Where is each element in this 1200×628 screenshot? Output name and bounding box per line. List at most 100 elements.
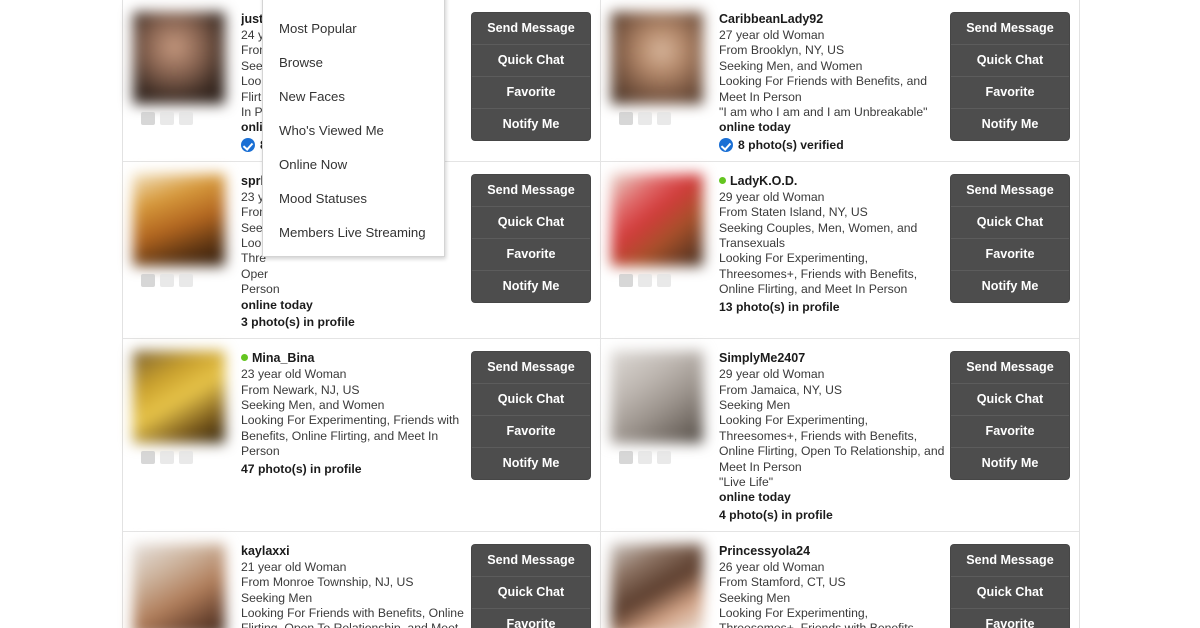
menu-item-mood-statuses[interactable]: Mood Statuses <box>263 182 444 216</box>
notify-me-button[interactable]: Notify Me <box>472 108 590 140</box>
menu-item-browse[interactable]: Browse <box>263 46 444 80</box>
profile-photo[interactable] <box>132 11 226 105</box>
menu-item-online-now[interactable]: Online Now <box>263 148 444 182</box>
profile-looking-for: Benefits, Online Flirting, and Meet In <box>241 428 439 443</box>
quick-chat-button[interactable]: Quick Chat <box>472 205 590 238</box>
gift-icon <box>657 273 671 287</box>
quick-chat-button[interactable]: Quick Chat <box>472 383 590 416</box>
quick-chat-button[interactable]: Quick Chat <box>951 205 1069 238</box>
username-label: LadyK.O.D. <box>730 173 798 188</box>
profile-age: 29 year old Woman <box>719 367 825 382</box>
menu-item-sms-users[interactable]: SMS Users <box>263 0 444 12</box>
photo-count-icon <box>619 273 633 287</box>
profile-card[interactable]: LadyK.O.D. 29 year old Woman From Staten… <box>601 161 1079 339</box>
profile-thumbnail-wrap[interactable] <box>609 8 713 153</box>
profile-photo[interactable] <box>610 543 704 628</box>
quick-chat-button[interactable]: Quick Chat <box>472 44 590 76</box>
photo-count-icon <box>619 112 633 125</box>
menu-item-most-popular[interactable]: Most Popular <box>263 12 444 46</box>
photo-count-icon <box>141 273 155 287</box>
browse-dropdown-menu[interactable]: SMS Users Most Popular Browse New Faces … <box>262 0 445 257</box>
profile-thumbnail-wrap[interactable] <box>609 540 713 628</box>
profile-status: online today <box>719 120 791 135</box>
profile-quote: "Live Life" <box>719 474 774 489</box>
profile-looking-for: Threesomes+, Friends with Benefits, <box>719 428 918 443</box>
favorite-button[interactable]: Favorite <box>951 237 1069 270</box>
profile-location: From Newark, NJ, US <box>241 382 360 397</box>
profile-looking-for: Flirting, Open To Relationship, and Meet <box>241 621 466 628</box>
thumbnail-icon-row <box>141 273 235 287</box>
profile-photo[interactable] <box>610 11 704 105</box>
profile-looking-for: Looking For Friends with Benefits, and <box>719 74 927 89</box>
profile-thumbnail-wrap[interactable] <box>131 347 235 523</box>
favorite-button[interactable]: Favorite <box>472 237 590 270</box>
notify-me-button[interactable]: Notify Me <box>951 269 1069 302</box>
profile-looking-for: Online Flirting, Open To Relationship, a… <box>719 444 945 459</box>
profile-thumbnail-wrap[interactable] <box>609 347 713 523</box>
profile-thumbnail-wrap[interactable] <box>131 540 235 628</box>
menu-item-new-faces[interactable]: New Faces <box>263 80 444 114</box>
profile-quote: "I am who I am and I am Unbreakable" <box>719 105 928 120</box>
favorite-button[interactable]: Favorite <box>951 415 1069 448</box>
send-message-button[interactable]: Send Message <box>472 174 590 206</box>
profile-photo[interactable] <box>132 173 226 266</box>
notify-me-button[interactable]: Notify Me <box>951 108 1069 140</box>
profile-action-buttons: Send Message Quick Chat Favorite Notify … <box>951 352 1069 480</box>
profile-card[interactable]: Mina_Bina 23 year old Woman From Newark,… <box>123 339 601 531</box>
profile-photo[interactable] <box>132 351 226 444</box>
favorite-button[interactable]: Favorite <box>951 607 1069 628</box>
quick-chat-button[interactable]: Quick Chat <box>951 383 1069 416</box>
profile-card[interactable]: SimplyMe2407 29 year old Woman From Jama… <box>601 339 1079 531</box>
profile-photo[interactable] <box>610 351 704 444</box>
favorite-button[interactable]: Favorite <box>472 76 590 108</box>
favorite-button[interactable]: Favorite <box>472 607 590 628</box>
profile-username[interactable]: CaribbeanLady92 <box>719 11 945 27</box>
profile-location: From Monroe Township, NJ, US <box>241 575 414 590</box>
notify-me-button[interactable]: Notify Me <box>472 447 590 480</box>
notify-me-button[interactable]: Notify Me <box>951 447 1069 480</box>
send-message-button[interactable]: Send Message <box>472 352 590 384</box>
profile-username[interactable]: Princessyola24 <box>719 543 945 559</box>
send-message-button[interactable]: Send Message <box>951 544 1069 576</box>
send-message-button[interactable]: Send Message <box>472 544 590 576</box>
profile-thumbnail-wrap[interactable] <box>131 170 235 330</box>
profile-age: 23 year old Woman <box>241 367 347 382</box>
profile-card[interactable]: Princessyola24 26 year old Woman From St… <box>601 531 1079 628</box>
profile-location: From Stamford, CT, US <box>719 575 846 590</box>
send-message-button[interactable]: Send Message <box>951 174 1069 206</box>
quick-chat-button[interactable]: Quick Chat <box>951 575 1069 608</box>
favorite-button[interactable]: Favorite <box>472 415 590 448</box>
profile-action-buttons: Send Message Quick Chat Favorite Notify … <box>951 174 1069 302</box>
photo-count-label: 8 photo(s) verified <box>738 137 844 152</box>
video-icon <box>160 273 174 287</box>
send-message-button[interactable]: Send Message <box>472 13 590 44</box>
menu-item-members-live-streaming[interactable]: Members Live Streaming <box>263 216 444 250</box>
quick-chat-button[interactable]: Quick Chat <box>951 44 1069 76</box>
profile-status: online today <box>241 297 313 312</box>
profile-thumbnail-wrap[interactable] <box>609 170 713 330</box>
profile-photo-count: 4 photo(s) in profile <box>719 507 945 523</box>
profile-photo-count: 47 photo(s) in profile <box>241 461 466 477</box>
send-message-button[interactable]: Send Message <box>951 13 1069 44</box>
profile-card[interactable]: kaylaxxi 21 year old Woman From Monroe T… <box>123 531 601 628</box>
notify-me-button[interactable]: Notify Me <box>472 269 590 302</box>
profile-username[interactable]: kaylaxxi <box>241 543 466 559</box>
profile-looking-for: Oper <box>241 266 269 281</box>
profile-thumbnail-wrap[interactable] <box>131 8 235 153</box>
profile-info: SimplyMe2407 29 year old Woman From Jama… <box>713 347 951 523</box>
profile-photo[interactable] <box>610 173 704 266</box>
quick-chat-button[interactable]: Quick Chat <box>472 575 590 608</box>
favorite-button[interactable]: Favorite <box>951 76 1069 108</box>
profile-username[interactable]: LadyK.O.D. <box>719 173 945 189</box>
profile-username[interactable]: SimplyMe2407 <box>719 350 945 366</box>
profile-seeking: Seeking Couples, Men, Women, and <box>719 220 918 235</box>
profile-card[interactable]: CaribbeanLady92 27 year old Woman From B… <box>601 0 1079 161</box>
profile-info: Mina_Bina 23 year old Woman From Newark,… <box>235 347 472 523</box>
menu-item-whos-viewed-me[interactable]: Who's Viewed Me <box>263 114 444 148</box>
verified-badge-icon <box>241 137 255 152</box>
send-message-button[interactable]: Send Message <box>951 352 1069 384</box>
profile-photo-count: 3 photo(s) in profile <box>241 314 466 330</box>
profile-photo[interactable] <box>132 543 226 628</box>
profile-looking-for: Threesomes+, Friends with Benefits, <box>719 266 918 281</box>
profile-username[interactable]: Mina_Bina <box>241 350 466 366</box>
